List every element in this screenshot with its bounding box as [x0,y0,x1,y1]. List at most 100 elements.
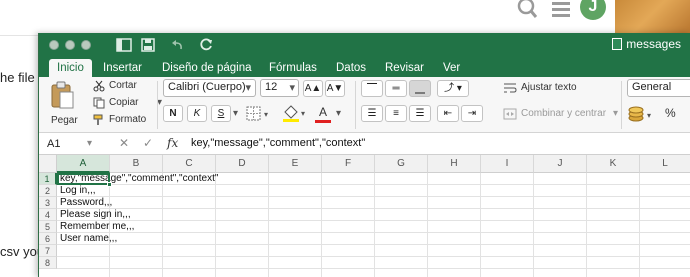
column-header-b[interactable]: B [110,155,163,173]
font-size-select[interactable]: 12 ▾ [260,79,299,97]
grid-line [268,173,269,277]
grid-line [586,173,587,277]
spreadsheet-grid: A B C D E F G H I J K L 1 2 3 4 5 6 7 8 [39,155,690,277]
wrap-text-button[interactable]: Ajustar texto [521,82,577,93]
window-title: messages [612,37,681,51]
align-middle-button[interactable]: ═ [385,80,407,97]
ribbon-divider [621,81,622,129]
tab-revisar[interactable]: Revisar [377,59,432,77]
save-icon[interactable] [139,36,157,54]
sidebar-icon[interactable] [115,36,133,54]
fill-color-icon[interactable]: ▾ [281,104,309,123]
window-title-text: messages [626,37,681,51]
chevron-down-icon[interactable]: ▾ [336,108,341,119]
column-header-k[interactable]: K [587,155,640,173]
svg-text:▾: ▾ [301,109,305,118]
column-header-d[interactable]: D [216,155,269,173]
merge-center-button[interactable]: Combinar y centrar [521,108,606,119]
copy-button[interactable]: Copiar [109,97,138,108]
redo-icon[interactable] [197,36,215,54]
align-left-button[interactable]: ☰ [361,105,383,122]
grid-line [639,173,640,277]
column-header-f[interactable]: F [322,155,375,173]
increase-indent-button[interactable]: ⇥ [461,105,483,122]
format-painter-button[interactable]: Formato [109,114,146,125]
cancel-icon[interactable]: ✕ [119,136,129,150]
column-header-a[interactable]: A [57,155,110,173]
grid-line [533,173,534,277]
fill-handle[interactable] [107,182,112,187]
undo-icon[interactable] [167,36,185,54]
copy-icon [93,97,105,109]
row-header-2[interactable]: 2 [39,185,57,197]
row-header-3[interactable]: 3 [39,197,57,209]
bold-button[interactable]: N [163,105,183,122]
align-center-button[interactable]: ≡ [385,105,407,122]
cell-a5[interactable]: Remember me,,, [60,221,134,233]
chevron-down-icon[interactable]: ▾ [233,108,238,119]
font-color-button[interactable]: A [319,105,327,119]
column-header-g[interactable]: G [375,155,428,173]
formula-input[interactable]: key,"message","comment","context" [191,137,365,149]
chevron-down-icon[interactable]: ▾ [87,138,92,149]
underline-button[interactable]: S [211,105,231,122]
font-name-select[interactable]: Calibri (Cuerpo) ▾ [163,79,256,97]
percent-button[interactable]: % [665,106,676,120]
paste-button[interactable]: Pegar [51,115,78,126]
chevron-down-icon: ▾ [245,82,251,94]
zoom-window-button[interactable] [81,40,91,50]
grid-line [162,173,163,277]
italic-button[interactable]: K [187,105,207,122]
minimize-window-button[interactable] [65,40,75,50]
currency-icon[interactable]: ▾ [627,105,657,123]
column-header-j[interactable]: J [534,155,587,173]
tab-datos[interactable]: Datos [328,59,374,77]
column-header-l[interactable]: L [640,155,690,173]
orientation-button[interactable]: ⤴ ▾ [437,80,469,97]
paste-icon[interactable] [49,81,75,109]
tab-inicio[interactable]: Inicio [49,59,92,77]
tab-ver[interactable]: Ver [435,59,468,77]
row-header-8[interactable]: 8 [39,257,57,269]
grid-line [215,173,216,277]
column-header-e[interactable]: E [269,155,322,173]
cell-a4[interactable]: Please sign in,,, [60,209,131,221]
row-header-4[interactable]: 4 [39,209,57,221]
grow-font-button[interactable]: A▲ [303,80,323,97]
cell-a3[interactable]: Password,,, [60,197,112,209]
cut-button[interactable]: Cortar [109,80,137,91]
cell-a2[interactable]: Log in,,, [60,185,96,197]
borders-icon[interactable]: ▾ [245,105,275,122]
row-header-5[interactable]: 5 [39,221,57,233]
document-icon [612,38,623,50]
chevron-down-icon[interactable]: ▾ [613,108,618,119]
tab-insertar[interactable]: Insertar [95,59,150,77]
merge-center-icon [503,108,517,120]
row-header-1[interactable]: 1 [39,173,57,185]
confirm-icon[interactable]: ✓ [143,136,153,150]
menu-icon[interactable] [550,2,572,20]
grid-line [321,173,322,277]
select-all-corner[interactable] [39,155,57,173]
align-top-button[interactable]: ⎺ [361,80,383,97]
column-header-i[interactable]: I [481,155,534,173]
tab-formulas[interactable]: Fórmulas [261,59,325,77]
close-window-button[interactable] [49,40,59,50]
search-icon[interactable] [516,0,540,20]
function-icon[interactable]: fx [167,136,178,150]
row-header-7[interactable]: 7 [39,245,57,257]
chevron-down-icon: ▾ [289,82,295,94]
shrink-font-button[interactable]: A▼ [325,80,345,97]
decrease-indent-button[interactable]: ⇤ [437,105,459,122]
number-format-value: General [632,81,672,93]
align-right-button[interactable]: ☰ [409,105,431,122]
column-header-c[interactable]: C [163,155,216,173]
tab-diseno-de-pagina[interactable]: Diseño de página [154,59,260,77]
cell-a6[interactable]: User name,,, [60,233,117,245]
column-header-h[interactable]: H [428,155,481,173]
font-color-swatch [315,120,331,123]
number-format-select[interactable]: General [627,79,690,97]
align-bottom-button[interactable]: ⎽ [409,80,431,97]
wrap-text-icon [504,83,517,93]
row-header-6[interactable]: 6 [39,233,57,245]
